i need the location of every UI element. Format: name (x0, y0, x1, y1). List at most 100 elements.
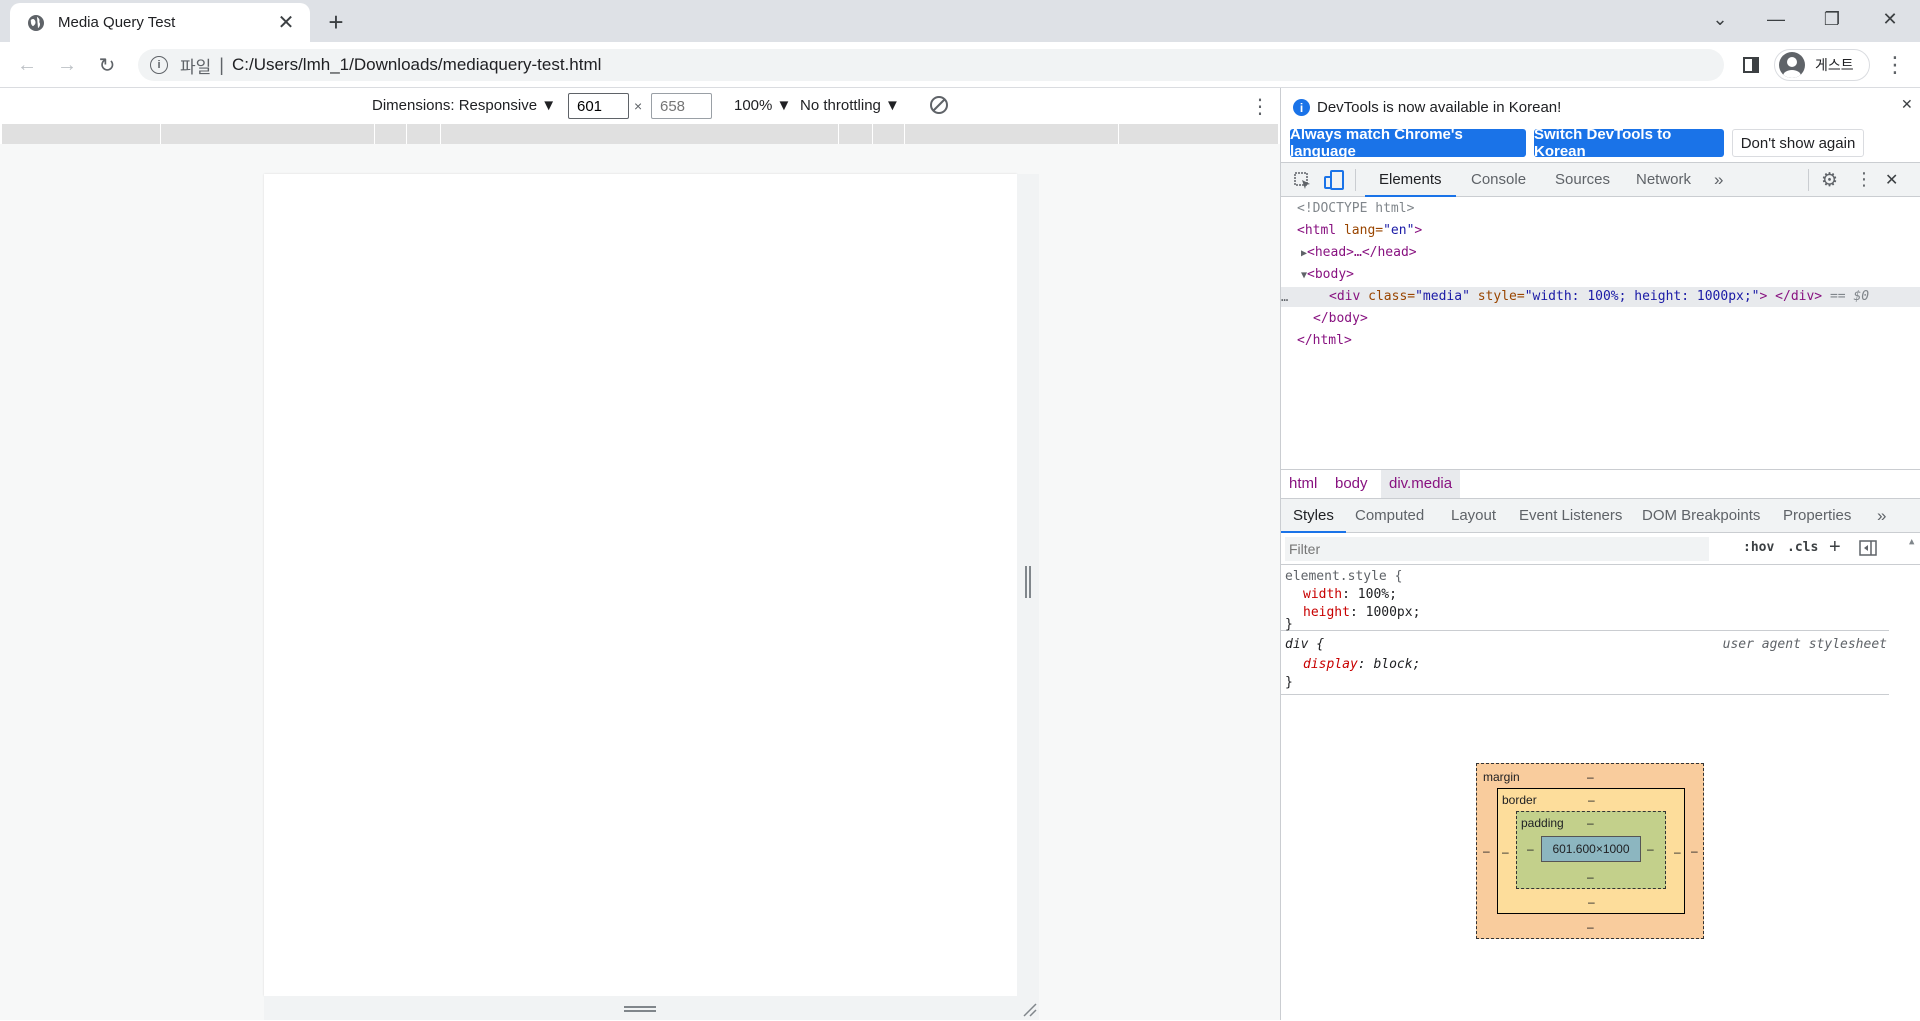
globe-icon (26, 13, 46, 33)
margin-right-value[interactable]: – (1691, 844, 1698, 858)
computed-sidebar-icon[interactable] (1859, 540, 1877, 556)
padding-top-value[interactable]: – (1587, 816, 1594, 830)
close-tab-icon[interactable]: ✕ (274, 11, 298, 35)
close-window-button[interactable]: ✕ (1862, 0, 1918, 38)
minimize-button[interactable]: — (1748, 0, 1804, 38)
browser-menu-icon[interactable]: ⋮ (1880, 50, 1910, 80)
zoom-dropdown[interactable]: 100% ▼ (734, 97, 791, 114)
selected-marker: == $0 (1829, 289, 1870, 304)
avatar-icon (1779, 52, 1805, 78)
tab-event-listeners[interactable]: Event Listeners (1519, 499, 1622, 533)
padding-left-value[interactable]: – (1527, 842, 1534, 856)
profile-label: 게스트 (1815, 57, 1854, 73)
tab-dom-breakpoints[interactable]: DOM Breakpoints (1642, 499, 1760, 533)
dom-doctype[interactable]: <!DOCTYPE html> (1281, 199, 1920, 219)
dom-body-open[interactable]: ▼<body> (1281, 265, 1920, 285)
emulated-viewport (0, 144, 1280, 1020)
rotate-icon[interactable] (928, 94, 950, 116)
page-content[interactable] (264, 174, 1017, 996)
profile-button[interactable]: 게스트 (1774, 49, 1870, 81)
rule-div-user-agent: div { user agent stylesheet display: blo… (1281, 631, 1889, 695)
border-top-value[interactable]: – (1588, 793, 1595, 807)
new-tab-button[interactable]: + (322, 7, 350, 37)
switch-korean-button[interactable]: Switch DevTools to Korean (1534, 126, 1724, 160)
scheme-label: 파일 (180, 57, 212, 77)
row-menu-icon[interactable]: … (1281, 287, 1288, 307)
margin-left-value[interactable]: – (1483, 844, 1490, 858)
dom-html-close[interactable]: </html> (1281, 331, 1920, 351)
tab-network[interactable]: Network (1636, 163, 1691, 197)
box-model-border[interactable]: border – – – – padding – – – – 601.600×1… (1497, 788, 1685, 914)
margin-bottom-value[interactable]: – (1587, 920, 1594, 934)
style-property[interactable]: height: 1000px; (1303, 605, 1420, 620)
devtools-tab-bar: Elements Console Sources Network » ⚙ ⋮ ✕ (1281, 163, 1920, 197)
reload-button[interactable]: ↻ (92, 50, 122, 80)
more-tabs-icon[interactable]: » (1714, 163, 1723, 197)
infobar-message: DevTools is now available in Korean! (1317, 99, 1562, 116)
padding-bottom-value[interactable]: – (1587, 870, 1594, 884)
dont-show-again-button[interactable]: Don't show again (1732, 129, 1864, 157)
info-icon[interactable]: i (150, 56, 168, 74)
right-resize-handle[interactable] (1017, 174, 1039, 1020)
breadcrumb-body[interactable]: body (1327, 470, 1376, 498)
address-bar[interactable]: i 파일 | C:/Users/lmh_1/Downloads/mediaque… (138, 49, 1724, 81)
media-query-bar[interactable] (2, 124, 1278, 144)
box-model-padding[interactable]: padding – – – – 601.600×1000 (1516, 811, 1666, 889)
restore-button[interactable]: ❐ (1804, 0, 1860, 38)
tab-layout[interactable]: Layout (1451, 499, 1496, 533)
width-input[interactable] (568, 93, 629, 119)
tab-console[interactable]: Console (1471, 163, 1526, 197)
dom-html-open[interactable]: <html lang="en"> (1281, 221, 1920, 241)
new-rule-button[interactable]: + (1829, 536, 1841, 559)
device-toggle-icon[interactable] (1323, 169, 1345, 191)
style-property[interactable]: width: 100%; (1303, 587, 1397, 602)
dimensions-dropdown[interactable]: Dimensions: Responsive ▼ (372, 97, 556, 114)
border-right-value[interactable]: – (1674, 845, 1681, 859)
styles-filter-input[interactable] (1285, 537, 1709, 561)
breadcrumb-div-media[interactable]: div.media (1381, 470, 1461, 498)
tab-styles[interactable]: Styles (1281, 499, 1346, 533)
settings-gear-icon[interactable]: ⚙ (1821, 169, 1838, 192)
dom-head[interactable]: ▶<head>…</head> (1281, 243, 1920, 263)
close-devtools-icon[interactable]: ✕ (1885, 170, 1898, 190)
match-language-button[interactable]: Always match Chrome's language (1290, 126, 1526, 160)
browser-tab[interactable]: Media Query Test ✕ (10, 3, 310, 42)
forward-button[interactable]: → (52, 50, 82, 80)
url-text[interactable]: C:/Users/lmh_1/Downloads/mediaquery-test… (232, 55, 601, 75)
border-bottom-value[interactable]: – (1588, 895, 1595, 909)
rule-close: } (1285, 617, 1293, 632)
hov-toggle[interactable]: :hov (1743, 540, 1774, 555)
tab-computed[interactable]: Computed (1355, 499, 1424, 533)
margin-label: margin (1483, 770, 1520, 784)
margin-top-value[interactable]: – (1587, 770, 1594, 784)
breadcrumb-html[interactable]: html (1281, 470, 1325, 498)
scroll-up-icon[interactable]: ▲ (1909, 537, 1917, 547)
rule-selector[interactable]: div { (1285, 637, 1324, 652)
tab-properties[interactable]: Properties (1783, 499, 1851, 533)
bottom-resize-handle[interactable] (264, 996, 1017, 1020)
style-property: display: block; (1303, 657, 1421, 672)
devtools-menu-icon[interactable]: ⋮ (1855, 169, 1873, 190)
border-left-value[interactable]: – (1502, 845, 1509, 859)
dom-div-media-selected[interactable]: … <div class="media" style="width: 100%;… (1281, 287, 1920, 307)
device-more-icon[interactable]: ⋮ (1250, 94, 1270, 119)
rule-selector[interactable]: element.style { (1285, 569, 1402, 584)
throttling-dropdown[interactable]: No throttling ▼ (800, 97, 900, 114)
back-button[interactable]: ← (12, 50, 42, 80)
inspect-element-icon[interactable] (1293, 171, 1313, 191)
height-input[interactable] (651, 93, 712, 119)
device-toolbar: Dimensions: Responsive ▼ × 100% ▼ No thr… (0, 88, 1280, 124)
side-panel-icon[interactable] (1736, 50, 1766, 80)
language-infobar: i DevTools is now available in Korean! ✕… (1281, 88, 1920, 163)
dom-body-close[interactable]: </body> (1281, 309, 1920, 329)
tab-elements[interactable]: Elements (1365, 163, 1456, 197)
tab-search-icon[interactable]: ⌄ (1692, 0, 1748, 38)
more-style-tabs-icon[interactable]: » (1877, 499, 1886, 533)
tab-sources[interactable]: Sources (1555, 163, 1610, 197)
corner-resize-icon[interactable] (1020, 1000, 1038, 1018)
padding-right-value[interactable]: – (1647, 842, 1654, 856)
box-model-content[interactable]: 601.600×1000 (1541, 836, 1641, 862)
infobar-close-icon[interactable]: ✕ (1901, 96, 1913, 113)
cls-toggle[interactable]: .cls (1787, 540, 1818, 555)
box-model-margin[interactable]: margin – – – – border – – – – padding – … (1476, 763, 1704, 939)
